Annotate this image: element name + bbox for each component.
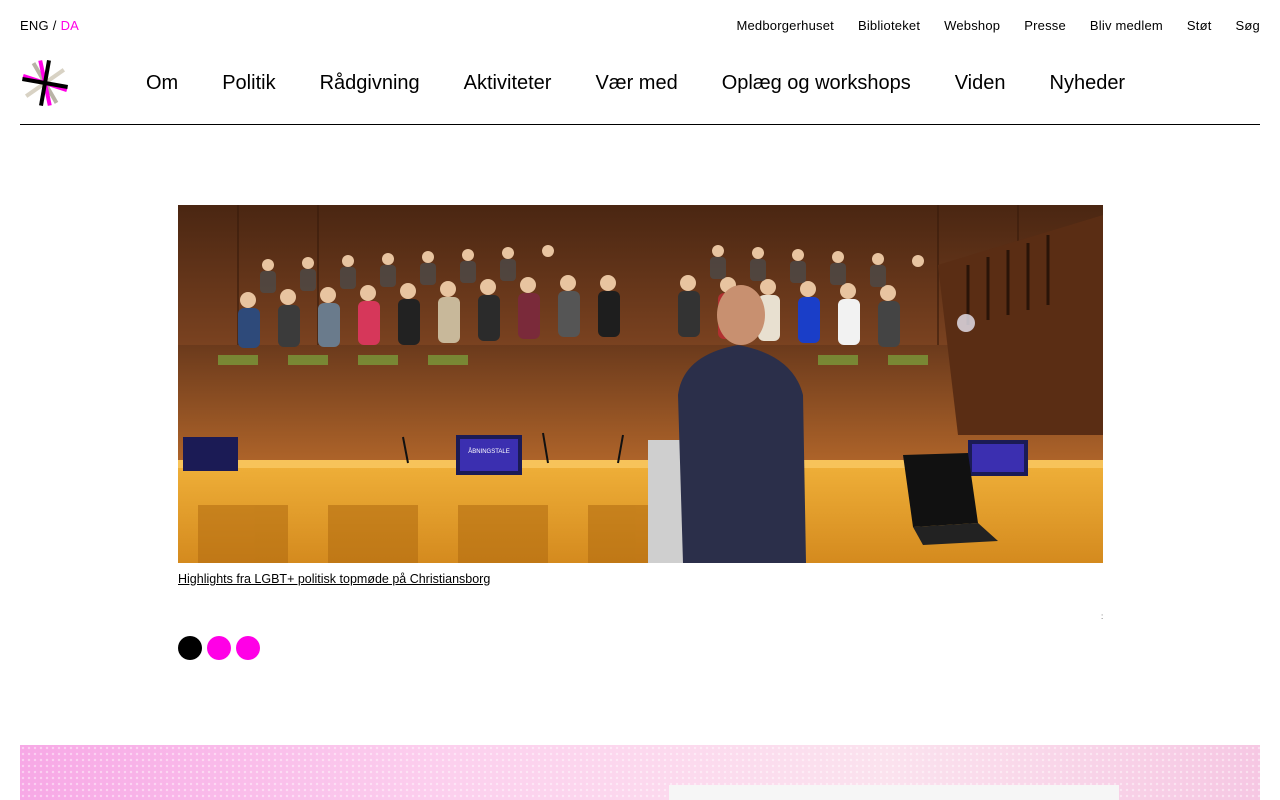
utility-link-presse[interactable]: Presse xyxy=(1024,18,1066,33)
nav-item-oplaeg-og-workshops[interactable]: Oplæg og workshops xyxy=(722,72,911,95)
utility-link-medborgerhuset[interactable]: Medborgerhuset xyxy=(736,18,833,33)
corner-mark: : xyxy=(1101,612,1104,621)
nav-item-viden[interactable]: Viden xyxy=(955,72,1006,95)
nav-item-radgivning[interactable]: Rådgivning xyxy=(320,72,420,95)
nav-item-om[interactable]: Om xyxy=(146,72,178,95)
logo-link[interactable] xyxy=(20,58,70,108)
utility-link-webshop[interactable]: Webshop xyxy=(944,18,1000,33)
utility-link-stot[interactable]: Støt xyxy=(1187,18,1212,33)
search-link[interactable]: Søg xyxy=(1236,18,1260,33)
lang-da-link[interactable]: DA xyxy=(61,18,79,33)
nav-item-aktiviteter[interactable]: Aktiviteter xyxy=(464,72,552,95)
slider-dot-2[interactable] xyxy=(207,636,231,660)
slider-dot-1[interactable] xyxy=(178,636,202,660)
main-nav: Om Politik Rådgivning Aktiviteter Vær me… xyxy=(146,72,1125,95)
language-switch: ENG / DA xyxy=(20,18,79,33)
conference-hall-photo: ÅBNINGSTALE xyxy=(178,205,1103,563)
screen-label: ÅBNINGSTALE xyxy=(468,448,510,455)
lang-eng-link[interactable]: ENG xyxy=(20,18,49,33)
nav-item-politik[interactable]: Politik xyxy=(222,72,275,95)
utility-link-bliv-medlem[interactable]: Bliv medlem xyxy=(1090,18,1163,33)
utility-nav: Medborgerhuset Biblioteket Webshop Press… xyxy=(736,18,1260,33)
slider-dot-3[interactable] xyxy=(236,636,260,660)
utility-link-biblioteket[interactable]: Biblioteket xyxy=(858,18,920,33)
nav-item-nyheder[interactable]: Nyheder xyxy=(1050,72,1126,95)
hero-caption-link[interactable]: Highlights fra LGBT+ politisk topmøde på… xyxy=(178,572,490,586)
slider-dots xyxy=(178,636,260,660)
lang-separator: / xyxy=(52,18,57,33)
promo-card xyxy=(669,785,1119,800)
promo-band xyxy=(20,745,1260,800)
hero-image-link[interactable]: ÅBNINGSTALE xyxy=(178,205,1103,563)
nav-item-vaer-med[interactable]: Vær med xyxy=(595,72,677,95)
asterisk-logo-icon xyxy=(22,60,68,106)
header-divider xyxy=(20,124,1260,125)
